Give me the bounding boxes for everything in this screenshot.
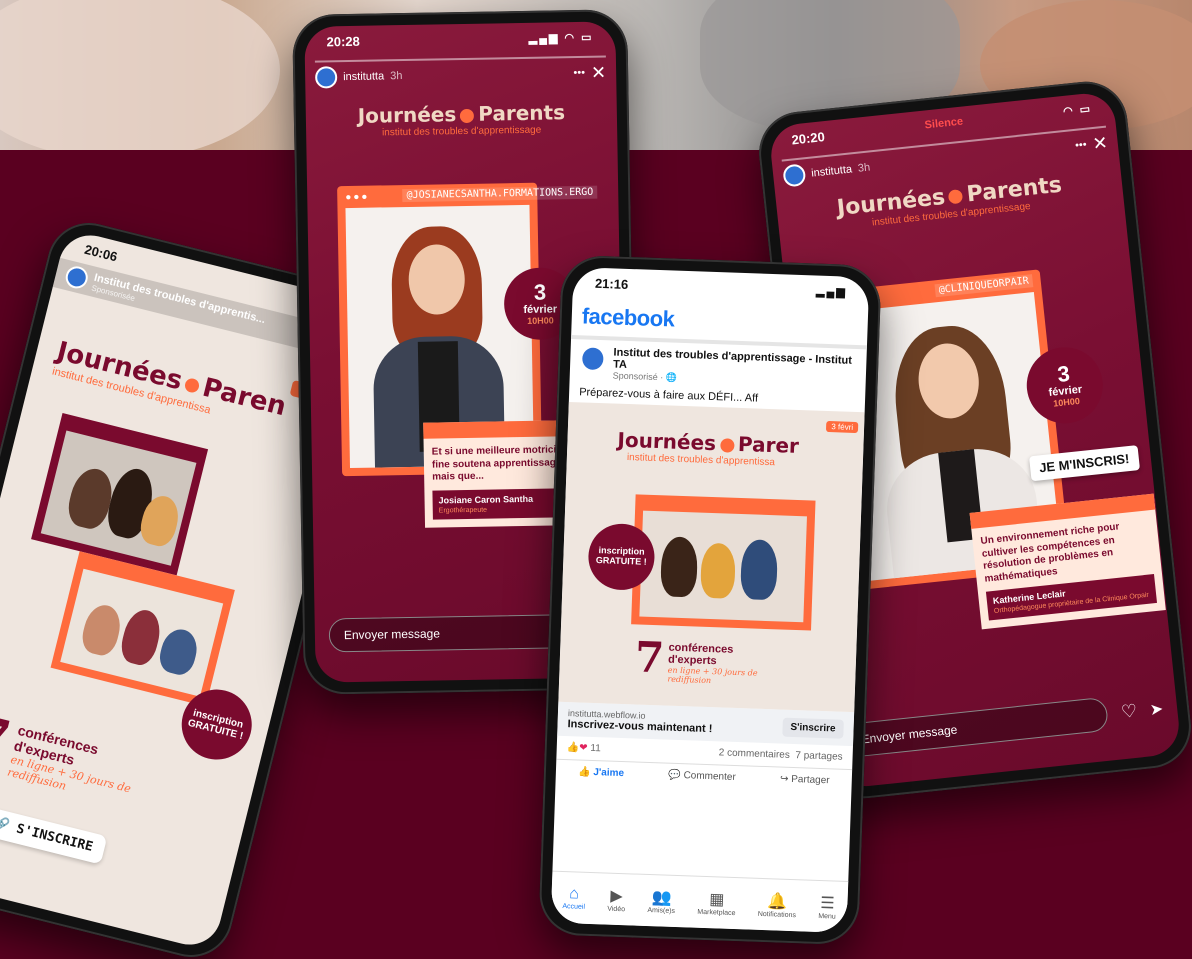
more-icon[interactable]: ••• — [573, 67, 585, 79]
facebook-logo[interactable]: facebook — [581, 303, 674, 331]
nav-menu[interactable]: ☰ Menu — [818, 893, 836, 921]
clock: 20:06 — [83, 241, 120, 264]
comments-count[interactable]: 2 commentaires — [719, 747, 790, 760]
thumbs-up-icon: 👍 — [577, 766, 591, 778]
friends-icon: 👥 — [651, 889, 672, 907]
status-bar: 20:28 ▂▄▆ ◠ ▭ — [304, 21, 615, 56]
post-age: 3h — [390, 70, 403, 83]
account-name[interactable]: institutta — [811, 163, 853, 179]
conference-block: 7 conférences d'experts en ligne + 30 jo… — [634, 632, 772, 687]
clock: 20:20 — [790, 128, 826, 147]
page-avatar[interactable] — [579, 345, 606, 373]
clock: 21:16 — [594, 275, 629, 292]
facebook-screen: 21:16 ▂▄▆ facebook Institut des troubles… — [550, 267, 870, 933]
nav-notifications[interactable]: 🔔 Notifications — [758, 891, 797, 919]
share-button[interactable]: ↪ Partager — [780, 774, 830, 787]
close-icon[interactable]: ✕ — [1092, 132, 1109, 154]
comment-button[interactable]: 💬 Commenter — [668, 770, 736, 783]
account-name[interactable]: institutta — [343, 70, 384, 83]
shares-count[interactable]: 7 partages — [795, 750, 843, 763]
ad-creative[interactable]: 3 févri Journées Parer institut des troub… — [558, 401, 865, 713]
photo-card-2 — [50, 551, 235, 707]
reactions-count: 👍❤ 11 — [566, 742, 601, 755]
story-header: institutta 3h ••• ✕ — [305, 57, 616, 92]
conference-block: 7 conférences d'experts en ligne + 30 jo… — [0, 702, 162, 813]
signup-button[interactable]: S'inscrire — [782, 717, 844, 739]
nav-video[interactable]: ▶ Vidéo — [607, 886, 626, 914]
nav-marketplace[interactable]: ▦ Marketplace — [697, 889, 736, 917]
photo-card-1 — [31, 412, 209, 576]
share-icon: ↪ — [779, 773, 789, 785]
comment-icon: 💬 — [668, 769, 681, 782]
love-reaction-icon: ❤ — [579, 742, 588, 754]
family-photo — [631, 494, 816, 631]
like-reaction-icon: 👍 — [566, 742, 580, 754]
conference-count: 7 — [634, 632, 666, 683]
quote-text: Un environnement riche pour cultiver les… — [980, 521, 1120, 585]
post-age: 3h — [857, 161, 871, 175]
phone-facebook: 21:16 ▂▄▆ facebook Institut des troubles… — [538, 254, 882, 946]
bell-icon: 🔔 — [767, 893, 788, 911]
close-icon[interactable]: ✕ — [591, 62, 606, 83]
video-icon: ▶ — [610, 887, 624, 906]
avatar[interactable] — [63, 264, 91, 291]
globe-icon: 🌐 — [665, 372, 678, 383]
speaker-handle: @JOSIANECSANTHA.FORMATIONS.ERGO — [402, 185, 598, 203]
date-tag: 3 févri — [826, 420, 859, 434]
nav-home[interactable]: ⌂ Accueil — [562, 885, 585, 911]
bottom-nav: ⌂ Accueil ▶ Vidéo 👥 Amis(e)s ▦ Marketplace 🔔… — [550, 870, 849, 933]
heart-icon[interactable]: ♡ — [1120, 701, 1138, 724]
shop-icon: ▦ — [708, 891, 725, 909]
nav-friends[interactable]: 👥 Amis(e)s — [647, 887, 676, 915]
signup-button[interactable]: 🔗 S'INSCRIRE — [0, 805, 108, 865]
more-icon[interactable]: ••• — [1075, 139, 1088, 152]
quote-card: Un environnement riche pour cultiver les… — [969, 493, 1166, 630]
send-icon[interactable]: ➤ — [1149, 699, 1164, 720]
link-icon: 🔗 — [0, 815, 11, 835]
clock: 20:28 — [326, 33, 360, 49]
menu-icon: ☰ — [819, 895, 835, 913]
signal-icon: ▂▄▆ ◠ ▭ — [528, 31, 594, 45]
avatar[interactable] — [782, 163, 807, 188]
avatar[interactable] — [314, 66, 338, 89]
like-button[interactable]: 👍 J'aime — [578, 767, 624, 780]
silent-mode: Silence — [924, 115, 964, 132]
speaker-role: Ergothérapeute — [438, 506, 488, 514]
send-message-input[interactable]: Envoyer message — [844, 696, 1110, 758]
home-icon: ⌂ — [568, 885, 580, 903]
signal-icon: ◠ ▭ — [1062, 102, 1093, 118]
